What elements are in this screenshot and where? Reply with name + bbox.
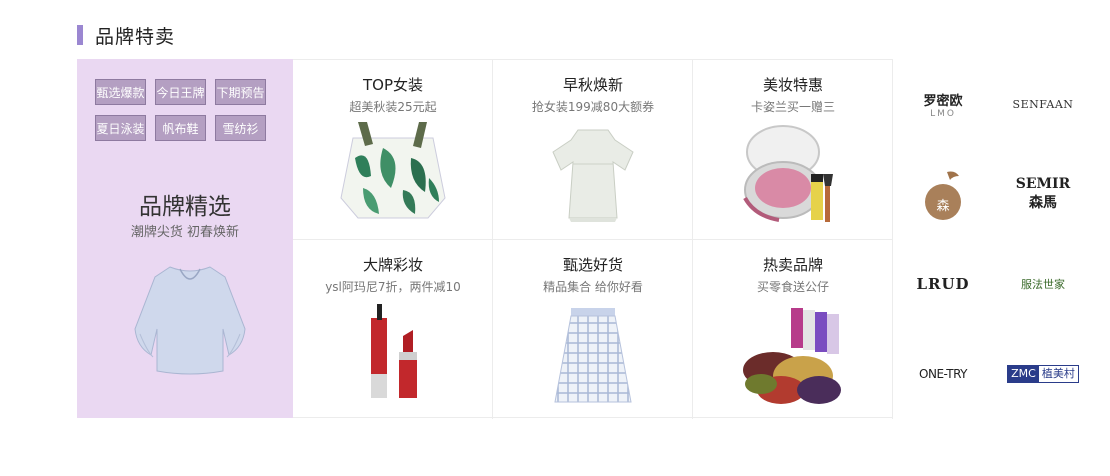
snacks-image (743, 308, 841, 404)
tag-today-ace[interactable]: 今日王牌 (155, 79, 206, 105)
brand-name: 植美村 (1041, 367, 1075, 380)
cell-title: 热卖品牌 (762, 256, 823, 274)
promo-subtitle: 潮牌尖货 初春焕新 (130, 225, 240, 240)
grid-cell-beauty-deal[interactable]: 美妆特惠 卡姿兰买一赠三 (693, 60, 893, 240)
leaf-print-top-image (340, 122, 446, 219)
tag-next-preview[interactable]: 下期预告 (215, 79, 266, 105)
cell-title: 甄选好货 (562, 256, 623, 274)
brand-lrud-logo[interactable]: LRUD (893, 239, 993, 329)
brand-zmc-logo[interactable]: ZMC 植美村 (993, 329, 1093, 419)
cell-title: TOP女装 (362, 76, 423, 94)
brand-name-en: LMO (930, 108, 956, 119)
grid-cell-selected-goods[interactable]: 甄选好货 精品集合 给你好看 (493, 240, 693, 419)
tag-chiffon[interactable]: 雪纺衫 (215, 115, 266, 141)
brand-senfaan-logo[interactable]: SENFAAN (993, 59, 1093, 149)
grid-cell-hot-brand[interactable]: 热卖品牌 买零食送公仔 (693, 240, 893, 419)
title-accent-bar (77, 25, 83, 45)
grid-cell-big-brand-makeup[interactable]: 大牌彩妆 ysl阿玛尼7折，两件减10 (293, 240, 493, 419)
section-title: 品牌特卖 (95, 25, 176, 48)
brand-name: 服法世家 (1021, 278, 1065, 291)
white-dress-image (552, 129, 634, 222)
grid-cell-top-women[interactable]: TOP女装 超美秋装25元起 (293, 60, 493, 240)
brand-name-en: ZMC (1008, 366, 1039, 382)
brand-logo-grid: 罗密欧 LMO SENFAAN 森 SEMIR 森馬 LRUD 服法世家 ONE… (893, 59, 1093, 418)
cell-title: 大牌彩妆 (362, 256, 423, 274)
blush-compact-image (743, 125, 833, 222)
tag-swimwear[interactable]: 夏日泳装 (95, 115, 146, 141)
plaid-skirt-image (554, 308, 632, 403)
brand-semir-logo[interactable]: SEMIR 森馬 (993, 149, 1093, 239)
brand-name: 森馬 (1029, 195, 1057, 211)
product-grid: TOP女装 超美秋装25元起 早秋焕新 抢女装199减80大额券 美妆特惠 卡姿… (293, 59, 893, 419)
cell-title: 美妆特惠 (762, 76, 823, 94)
brand-yifa-logo[interactable]: 服法世家 (993, 239, 1093, 329)
brand-onetry-logo[interactable]: ONE-TRY (893, 329, 993, 419)
cell-subtitle: 超美秋装25元起 (349, 100, 437, 114)
tag-canvas-shoes[interactable]: 帆布鞋 (155, 115, 206, 141)
grid-cell-autumn-new[interactable]: 早秋焕新 抢女装199减80大额券 (493, 60, 693, 240)
brand-luomiou-logo[interactable]: 罗密欧 LMO (893, 59, 993, 149)
cell-subtitle: 买零食送公仔 (756, 280, 829, 294)
blouse-image[interactable] (125, 259, 255, 379)
brand-name-en: SEMIR (1015, 176, 1071, 192)
cell-subtitle: 精品集合 给你好看 (543, 280, 643, 294)
brand-name: SENFAAN (1012, 97, 1074, 111)
brand-shu-logo[interactable]: 森 (893, 149, 993, 239)
section-header: 品牌特卖 (77, 22, 175, 48)
brand-name: 罗密欧 (923, 93, 963, 109)
zmc-badge: ZMC 植美村 (1007, 365, 1079, 383)
cell-subtitle: 卡姿兰买一赠三 (750, 100, 835, 114)
brand-name: ONE-TRY (919, 367, 967, 381)
promo-tags: 甄选爆款 今日王牌 下期预告 夏日泳装 帆布鞋 雪纺衫 (95, 79, 285, 141)
brand-name: LRUD (916, 275, 970, 293)
cell-subtitle: 抢女装199减80大额券 (531, 100, 655, 114)
brand-name: 森 (936, 199, 950, 214)
cell-title: 早秋焕新 (562, 76, 623, 94)
promo-panel[interactable]: 甄选爆款 今日王牌 下期预告 夏日泳装 帆布鞋 雪纺衫 品牌精选 潮牌尖货 初春… (77, 59, 293, 418)
promo-title: 品牌精选 (139, 194, 231, 220)
cell-subtitle: ysl阿玛尼7折，两件减10 (325, 280, 461, 294)
lipstick-image (371, 304, 417, 398)
tag-featured-hot[interactable]: 甄选爆款 (95, 79, 146, 105)
